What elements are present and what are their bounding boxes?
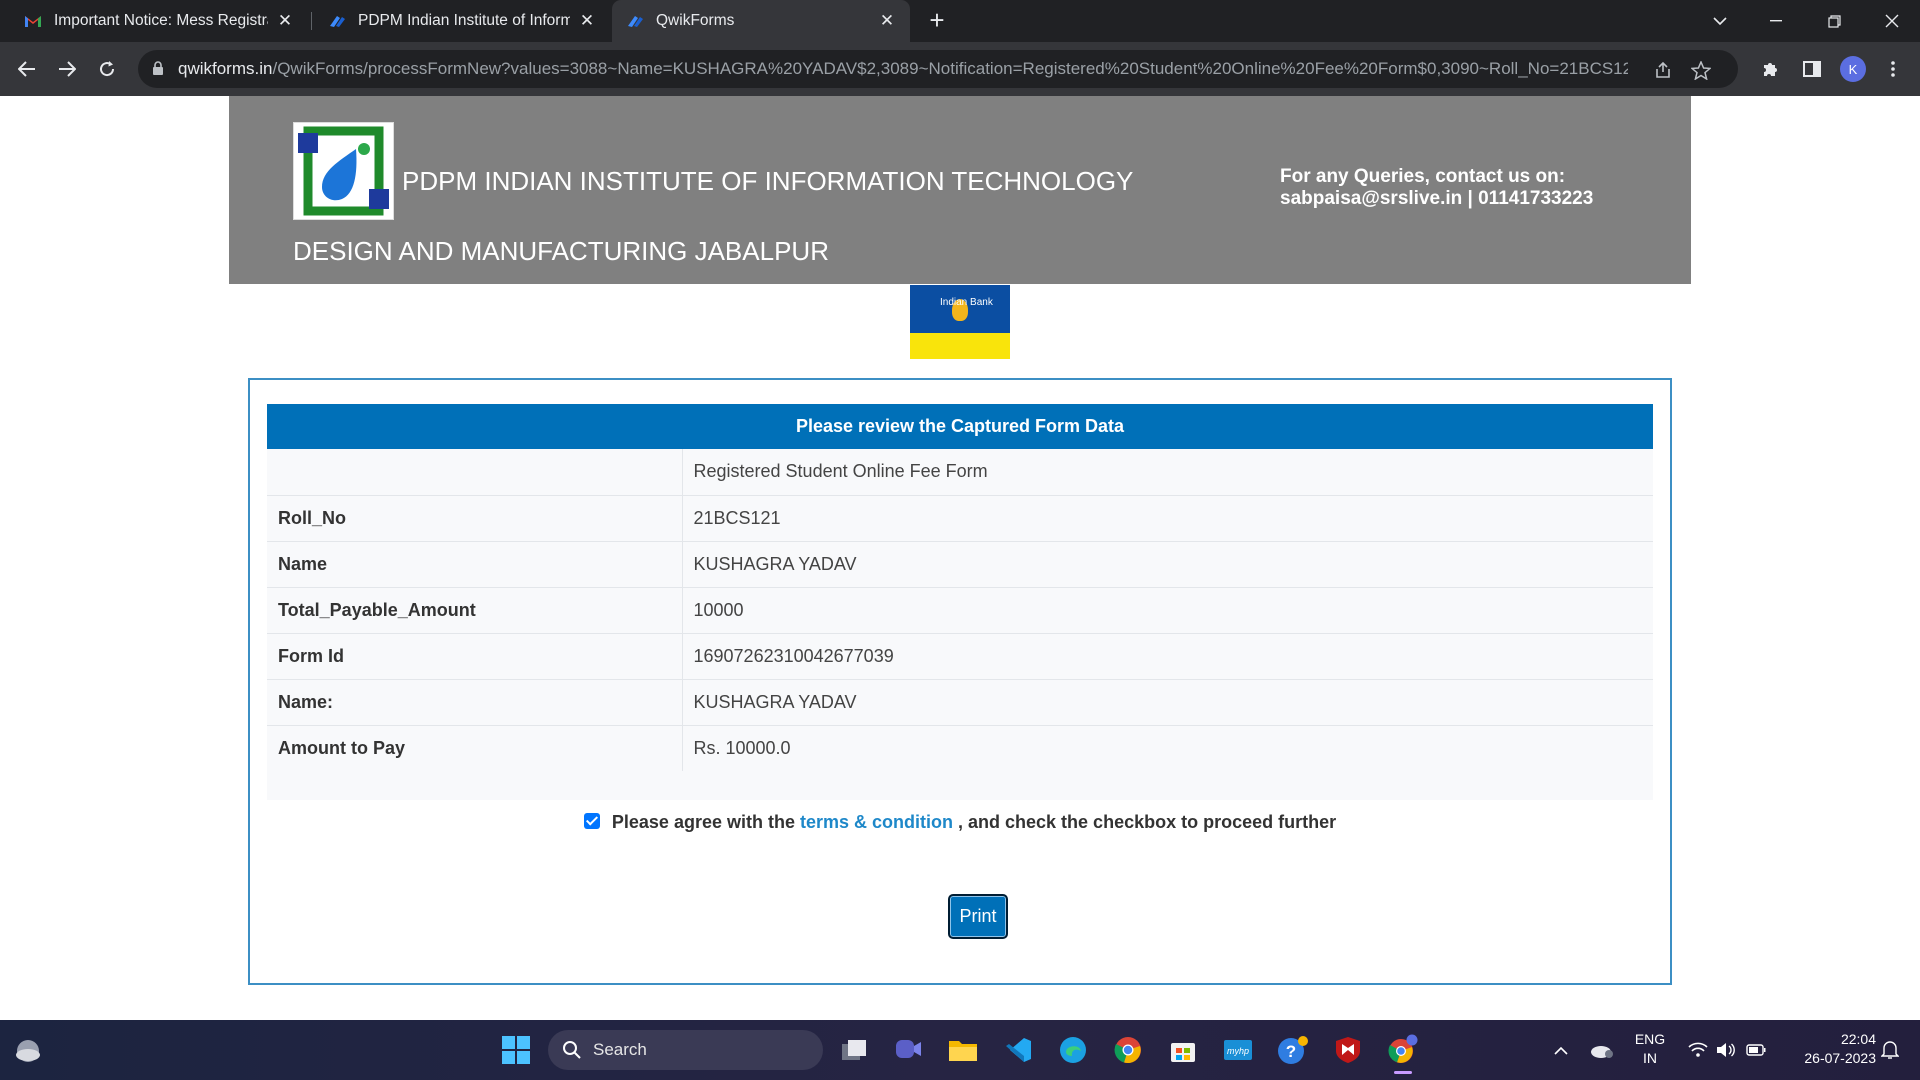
terms-checkbox[interactable] <box>583 813 600 829</box>
new-tab-button[interactable]: + <box>922 6 952 36</box>
tab-title: Important Notice: Mess Registrat <box>54 12 268 29</box>
table-row: Name: KUSHAGRA YADAV <box>267 679 1653 726</box>
row-value: 10000 <box>682 587 1653 634</box>
microsoft-store-icon[interactable] <box>1165 1032 1201 1068</box>
side-panel-icon[interactable] <box>1797 54 1827 84</box>
row-label: Amount to Pay <box>267 725 683 771</box>
taskbar-search[interactable]: Search <box>548 1030 823 1070</box>
form-review-container: Please review the Captured Form Data Reg… <box>248 378 1672 985</box>
browser-toolbar: qwikforms.in/QwikForms/processFormNew?va… <box>0 42 1920 96</box>
row-value: Rs. 10000.0 <box>693 737 791 758</box>
indian-bank-logo: Indian Bank <box>910 285 1010 359</box>
table-row: Total_Payable_Amount 10000 <box>267 587 1653 634</box>
row-label: Name: <box>267 679 683 726</box>
bank-name: Indian Bank <box>940 297 993 308</box>
onedrive-sync-icon[interactable] <box>1584 1032 1620 1068</box>
close-tab-icon[interactable]: ✕ <box>578 11 596 31</box>
extensions-puzzle-icon[interactable] <box>1756 54 1786 84</box>
row-label: Name <box>267 541 683 588</box>
search-label: Search <box>593 1040 647 1059</box>
clock-date: 26-07-2023 <box>1804 1050 1876 1066</box>
close-window-button[interactable] <box>1864 0 1920 42</box>
sabpaisa-icon <box>626 12 644 30</box>
agree-prefix-text: Please agree with the <box>611 812 795 832</box>
profile-avatar[interactable]: K <box>1838 54 1868 84</box>
address-bar[interactable]: qwikforms.in/QwikForms/processFormNew?va… <box>138 50 1738 88</box>
minimize-button[interactable] <box>1748 0 1804 42</box>
chrome-icon[interactable] <box>1110 1032 1146 1068</box>
get-help-icon[interactable]: ? <box>1275 1032 1311 1068</box>
contact-info: For any Queries, contact us on: sabpaisa… <box>1280 166 1593 210</box>
row-value: 21BCS121 <box>682 495 1653 542</box>
terms-agreement: Please agree with the terms & condition … <box>250 812 1670 833</box>
row-label <box>267 449 683 496</box>
close-tab-icon[interactable]: ✕ <box>878 11 896 31</box>
tab-title: PDPM Indian Institute of Informa <box>358 12 570 29</box>
browser-tab-bar: Important Notice: Mess Registrat ✕ PDPM … <box>0 0 1920 42</box>
table-row: Registered Student Online Fee Form <box>267 449 1653 496</box>
row-label: Form Id <box>267 633 683 680</box>
print-button[interactable]: Print <box>948 894 1008 939</box>
form-data-panel: Please review the Captured Form Data Reg… <box>267 404 1653 800</box>
table-row: Amount to Pay Rs. 10000.0 <box>267 725 1653 771</box>
clock[interactable]: 22:04 26-07-2023 <box>1780 1030 1876 1068</box>
bookmark-star-icon[interactable] <box>1690 59 1712 81</box>
agree-suffix-text: , and check the checkbox to proceed furt… <box>958 812 1337 832</box>
battery-icon[interactable] <box>1738 1032 1774 1068</box>
lock-icon[interactable] <box>152 61 164 81</box>
form-data-table: Registered Student Online Fee Form Roll_… <box>267 449 1653 771</box>
row-value: KUSHAGRA YADAV <box>682 679 1653 726</box>
search-icon <box>562 1040 582 1065</box>
file-explorer-icon[interactable] <box>945 1032 981 1068</box>
svg-text:myhp: myhp <box>1227 1046 1249 1056</box>
close-tab-icon[interactable]: ✕ <box>276 11 294 31</box>
back-button[interactable] <box>12 54 42 84</box>
windows-taskbar: Search myhp ? ENG IN 22:04 26-07-2023 <box>0 1020 1920 1080</box>
share-icon[interactable] <box>1652 59 1674 81</box>
row-label: Roll_No <box>267 495 683 542</box>
tab-pdpm[interactable]: PDPM Indian Institute of Informa ✕ <box>314 0 610 42</box>
teams-chat-icon[interactable] <box>890 1032 926 1068</box>
clock-time: 22:04 <box>1840 1031 1876 1047</box>
more-menu-icon[interactable] <box>1878 54 1908 84</box>
contact-heading: For any Queries, contact us on: <box>1280 166 1566 187</box>
chrome-active-icon[interactable] <box>1385 1032 1421 1068</box>
institute-header: PDPM INDIAN INSTITUTE OF INFORMATION TEC… <box>229 96 1691 284</box>
active-app-indicator <box>1394 1071 1412 1074</box>
row-value: 16907262310042677039 <box>682 633 1653 680</box>
institute-name: PDPM INDIAN INSTITUTE OF INFORMATION TEC… <box>293 166 1133 266</box>
notifications-icon[interactable] <box>1872 1032 1908 1068</box>
myhp-icon[interactable]: myhp <box>1220 1032 1256 1068</box>
table-row: Name KUSHAGRA YADAV <box>267 541 1653 588</box>
windows-start-icon[interactable] <box>498 1032 534 1068</box>
mcafee-icon[interactable] <box>1330 1032 1366 1068</box>
restore-button[interactable] <box>1806 0 1862 42</box>
forward-button[interactable] <box>52 54 82 84</box>
tab-separator <box>311 12 312 30</box>
row-label: Total_Payable_Amount <box>267 587 683 634</box>
tab-gmail[interactable]: Important Notice: Mess Registrat ✕ <box>10 0 308 42</box>
tab-qwikforms[interactable]: QwikForms ✕ <box>612 0 910 42</box>
url-text[interactable]: qwikforms.in/QwikForms/processFormNew?va… <box>178 59 1628 79</box>
form-heading: Please review the Captured Form Data <box>267 404 1653 449</box>
table-row: Form Id 16907262310042677039 <box>267 633 1653 680</box>
tab-title: QwikForms <box>656 12 735 29</box>
row-value: KUSHAGRA YADAV <box>682 541 1653 588</box>
tab-search-chevron-icon[interactable] <box>1692 0 1748 42</box>
table-row: Roll_No 21BCS121 <box>267 495 1653 542</box>
weather-cloud-icon[interactable] <box>10 1032 46 1068</box>
bank-logo-strip <box>910 333 1010 359</box>
row-value: Registered Student Online Fee Form <box>682 449 1653 496</box>
reload-button[interactable] <box>92 54 122 84</box>
task-view-icon[interactable] <box>836 1032 872 1068</box>
show-hidden-icons-chevron[interactable] <box>1543 1032 1579 1068</box>
sabpaisa-icon <box>328 12 346 30</box>
vscode-icon[interactable] <box>1000 1032 1036 1068</box>
language-indicator[interactable]: ENG IN <box>1630 1030 1670 1068</box>
edge-browser-icon[interactable] <box>1055 1032 1091 1068</box>
terms-link[interactable]: terms & condition <box>800 812 953 832</box>
gmail-icon <box>24 12 42 30</box>
svg-text:?: ? <box>1286 1042 1296 1061</box>
contact-details: sabpaisa@srslive.in | 01141733223 <box>1280 188 1594 209</box>
